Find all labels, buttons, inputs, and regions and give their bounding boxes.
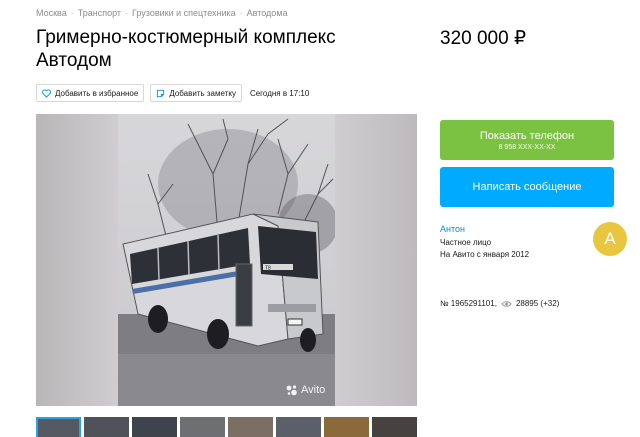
listing-title: Гримерно-костюмерный комплекс Автодом [36,27,336,71]
listing-actions: Добавить в избранное Добавить заметку Се… [36,84,309,102]
thumbnail[interactable] [180,417,225,437]
publish-date: Сегодня в 17:10 [249,88,310,98]
thumbnail[interactable] [228,417,273,437]
breadcrumb-motorhomes[interactable]: Автодома [247,8,288,18]
seller-since: На Авито с января 2012 [440,250,530,259]
add-note-label: Добавить заметку [169,88,236,98]
add-to-favorites-label: Добавить в избранное [55,88,139,98]
add-note-button[interactable]: Добавить заметку [150,84,242,102]
write-message-button[interactable]: Написать сообщение [440,167,614,207]
avito-logo-icon [286,384,298,396]
breadcrumb-trucks[interactable]: Грузовики и спецтехника [132,8,236,18]
listing-stats: № 1965291101, 28895 (+32) [440,299,559,308]
breadcrumb-moscow[interactable]: Москва [36,8,67,18]
main-photo[interactable]: Т8 [118,114,335,406]
photo-gallery[interactable]: Т8 Avito [36,114,417,406]
note-icon [157,89,165,97]
avatar[interactable]: А [593,222,627,256]
bus-route-sign: Т8 [265,266,271,272]
show-phone-button[interactable]: Показать телефон 8 958 ХХХ-ХХ-ХХ [440,120,614,160]
thumbnail[interactable] [132,417,177,437]
eye-icon [501,300,512,307]
breadcrumb: Москва · Транспорт · Грузовики и спецтех… [36,8,288,18]
avito-watermark: Avito [286,384,325,396]
thumbnail[interactable] [372,417,417,437]
heart-icon [42,88,51,98]
gallery-blur-left [36,114,118,406]
breadcrumb-separator: · [70,8,74,18]
breadcrumb-separator: · [239,8,243,18]
thumbnail[interactable] [36,417,81,437]
gallery-blur-right [335,114,417,406]
thumbnail[interactable] [84,417,129,437]
listing-price: 320 000 ₽ [440,28,527,49]
listing-id: № 1965291101, [440,299,497,308]
breadcrumb-separator: · [125,8,129,18]
bus-photo-image: Т8 [118,114,335,406]
breadcrumb-transport[interactable]: Транспорт [78,8,121,18]
view-count: 28895 (+32) [515,299,560,308]
avito-watermark-text: Avito [301,384,326,396]
thumbnail[interactable] [324,417,369,437]
masked-phone-number: 8 958 ХХХ-ХХ-ХХ [498,143,556,151]
thumbnail[interactable] [276,417,321,437]
add-to-favorites-button[interactable]: Добавить в избранное [36,84,145,102]
show-phone-label: Показать телефон [479,129,575,142]
thumbnail-strip [36,417,417,437]
